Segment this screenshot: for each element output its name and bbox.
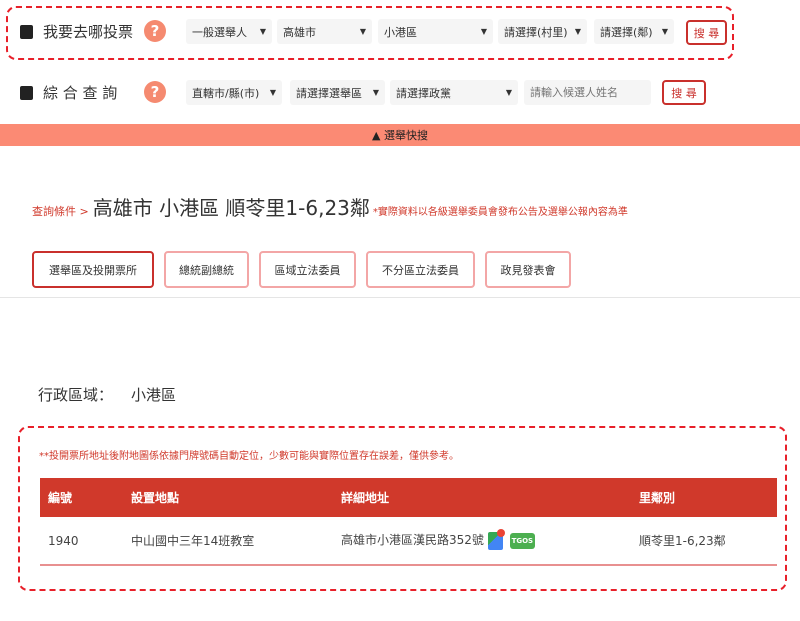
tab-president[interactable]: 總統副總統 [164,251,249,288]
map-notice: **投開票所地址後附地圖係依據門牌號碼自動定位，少數可能與實際位置存在誤差，僅供… [39,451,459,462]
panel2-title: 綜 合 查 詢 [20,82,117,103]
panel1-title: 我要去哪投票 [20,21,133,42]
disclaimer: *實際資料以各級選舉委員會發布公告及選舉公報內容為準 [372,207,628,218]
constituency-select[interactable]: 請選擇選舉區 ▼ [290,80,385,105]
divider [0,297,800,298]
search-button-2[interactable]: 搜 尋 [662,80,706,105]
person-icon [20,85,33,100]
google-maps-icon[interactable] [487,528,505,550]
district-select[interactable]: 小港區 ▼ [378,19,493,44]
help-icon[interactable]: ? [144,81,166,103]
ballot-box-icon [20,24,33,39]
table-header: 編號 設置地點 詳細地址 里鄰別 [40,478,777,517]
tab-policy-forum[interactable]: 政見發表會 [485,251,571,288]
search-button[interactable]: 搜 尋 [686,20,727,45]
party-select[interactable]: 請選擇政黨 ▼ [390,80,518,105]
county-select[interactable]: 直轄市/縣(市) ▼ [186,80,282,105]
polling-table: 編號 設置地點 詳細地址 里鄰別 1940 中山國中三年14班教室 高雄市小港區漢民路3… [40,478,777,566]
village-select[interactable]: 請選擇(村里) ▼ [498,19,587,44]
candidate-name-input[interactable] [524,80,651,105]
city-select[interactable]: 高雄市 ▼ [277,19,372,44]
tab-district-legislator[interactable]: 區域立法委員 [259,251,356,288]
breadcrumb: 查詢條件 > 高雄市 小港區 順苓里1-6,23鄰 *實際資料以各級選舉委員會發… [32,192,628,221]
breadcrumb-prefix[interactable]: 查詢條件 > [32,203,89,219]
region-row: 行政區域： 小港區 [38,386,177,404]
page-title: 高雄市 小港區 順苓里1-6,23鄰 [92,196,370,220]
tab-at-large-legislator[interactable]: 不分區立法委員 [366,251,475,288]
tab-polling-stations[interactable]: 選舉區及投開票所 [32,251,154,288]
help-icon[interactable]: ? [144,20,166,42]
quick-search-bar[interactable]: ▲ 選舉快搜 [0,124,800,146]
tgos-map-icon[interactable]: TGOS [509,532,536,549]
voter-type-select[interactable]: 一般選舉人 ▼ [186,19,272,44]
table-row: 1940 中山國中三年14班教室 高雄市小港區漢民路352號 TGOS 順苓里1-… [40,517,777,566]
neighborhood-select[interactable]: 請選擇(鄰) ▼ [594,19,674,44]
